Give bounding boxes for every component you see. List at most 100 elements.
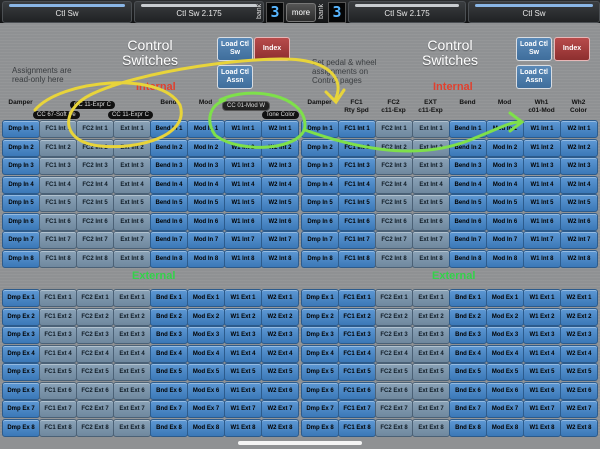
internal-switch-button[interactable]: Mod In 5 (187, 194, 225, 212)
internal-switch-button[interactable]: Mod In 3 (486, 157, 524, 175)
external-switch-button[interactable]: Dmp Ex 6 (2, 381, 40, 400)
external-switch-button[interactable]: FC2 Ext 3 (76, 326, 114, 344)
internal-switch-button[interactable]: Ext Int 2 (113, 138, 151, 157)
external-switch-button[interactable]: FC1 Ext 7 (39, 400, 77, 418)
external-switch-button[interactable]: W2 Ext 8 (261, 418, 299, 437)
external-switch-button[interactable]: FC1 Ext 4 (39, 344, 77, 363)
internal-switch-button[interactable]: FC1 Int 2 (338, 138, 376, 157)
internal-switch-button[interactable]: Ext Int 5 (412, 194, 450, 212)
load-ctl-assn-button-right[interactable]: Load Ctl Assn (516, 65, 552, 89)
internal-switch-button[interactable]: Bend In 8 (150, 249, 188, 268)
internal-switch-button[interactable]: Ext Int 4 (412, 175, 450, 194)
internal-switch-button[interactable]: Dmp In 5 (2, 194, 40, 212)
external-switch-button[interactable]: Mod Ex 6 (486, 381, 524, 400)
external-switch-button[interactable]: W1 Ext 5 (224, 363, 262, 381)
external-switch-button[interactable]: Dmp Ex 5 (2, 363, 40, 381)
internal-switch-button[interactable]: W2 Int 1 (560, 120, 598, 138)
external-switch-button[interactable]: FC2 Ext 4 (76, 344, 114, 363)
internal-switch-button[interactable]: FC1 Int 4 (338, 175, 376, 194)
internal-switch-button[interactable]: Bend In 7 (449, 231, 487, 249)
internal-switch-button[interactable]: Bend In 1 (449, 120, 487, 138)
external-switch-button[interactable]: Mod Ex 2 (187, 307, 225, 326)
internal-switch-button[interactable]: Mod In 8 (187, 249, 225, 268)
internal-switch-button[interactable]: FC1 Int 5 (39, 194, 77, 212)
external-switch-button[interactable]: FC2 Ext 3 (375, 326, 413, 344)
external-switch-button[interactable]: Ext Ext 8 (412, 418, 450, 437)
internal-switch-button[interactable]: FC1 Int 6 (338, 212, 376, 231)
internal-switch-button[interactable]: W2 Int 6 (560, 212, 598, 231)
external-switch-button[interactable]: Ext Ext 1 (412, 289, 450, 307)
external-switch-button[interactable]: Dmp Ex 3 (2, 326, 40, 344)
internal-switch-button[interactable]: FC2 Int 4 (375, 175, 413, 194)
internal-switch-button[interactable]: Dmp In 1 (301, 120, 339, 138)
internal-switch-button[interactable]: FC1 Int 1 (39, 120, 77, 138)
internal-switch-button[interactable]: W1 Int 1 (224, 120, 262, 138)
internal-switch-button[interactable]: Dmp In 1 (2, 120, 40, 138)
external-switch-button[interactable]: Mod Ex 4 (187, 344, 225, 363)
external-switch-button[interactable]: FC1 Ext 5 (338, 363, 376, 381)
external-switch-button[interactable]: Bnd Ex 4 (150, 344, 188, 363)
internal-switch-button[interactable]: Bend In 2 (150, 138, 188, 157)
external-switch-button[interactable]: Mod Ex 4 (486, 344, 524, 363)
internal-switch-button[interactable]: Ext Int 7 (412, 231, 450, 249)
internal-switch-button[interactable]: Dmp In 8 (301, 249, 339, 268)
external-switch-button[interactable]: W1 Ext 2 (523, 307, 561, 326)
internal-switch-button[interactable]: W2 Int 4 (560, 175, 598, 194)
external-switch-button[interactable]: Dmp Ex 2 (301, 307, 339, 326)
external-switch-button[interactable]: FC1 Ext 3 (338, 326, 376, 344)
internal-switch-button[interactable]: W2 Int 4 (261, 175, 299, 194)
internal-switch-button[interactable]: Ext Int 6 (113, 212, 151, 231)
external-switch-button[interactable]: Dmp Ex 1 (301, 289, 339, 307)
external-switch-button[interactable]: W1 Ext 4 (224, 344, 262, 363)
external-switch-button[interactable]: Ext Ext 4 (113, 344, 151, 363)
external-switch-button[interactable]: W2 Ext 5 (261, 363, 299, 381)
internal-switch-button[interactable]: Mod In 1 (486, 120, 524, 138)
internal-switch-button[interactable]: W1 Int 6 (523, 212, 561, 231)
external-switch-button[interactable]: FC2 Ext 5 (375, 363, 413, 381)
internal-switch-button[interactable]: FC1 Int 2 (39, 138, 77, 157)
external-switch-button[interactable]: Mod Ex 3 (486, 326, 524, 344)
external-switch-button[interactable]: Mod Ex 2 (486, 307, 524, 326)
external-switch-button[interactable]: FC2 Ext 1 (375, 289, 413, 307)
external-switch-button[interactable]: FC1 Ext 7 (338, 400, 376, 418)
internal-switch-button[interactable]: Ext Int 7 (113, 231, 151, 249)
internal-switch-button[interactable]: W1 Int 5 (224, 194, 262, 212)
internal-switch-button[interactable]: Bend In 7 (150, 231, 188, 249)
external-switch-button[interactable]: W1 Ext 6 (523, 381, 561, 400)
internal-switch-button[interactable]: W2 Int 7 (560, 231, 598, 249)
internal-switch-button[interactable]: Ext Int 3 (412, 157, 450, 175)
external-switch-button[interactable]: W2 Ext 7 (560, 400, 598, 418)
internal-switch-button[interactable]: W2 Int 7 (261, 231, 299, 249)
external-switch-button[interactable]: Dmp Ex 1 (2, 289, 40, 307)
external-switch-button[interactable]: FC1 Ext 3 (39, 326, 77, 344)
home-indicator[interactable] (238, 441, 362, 445)
external-switch-button[interactable]: Bnd Ex 7 (449, 400, 487, 418)
internal-switch-button[interactable]: FC2 Int 7 (375, 231, 413, 249)
external-switch-button[interactable]: FC1 Ext 2 (39, 307, 77, 326)
external-switch-button[interactable]: Bnd Ex 8 (449, 418, 487, 437)
external-switch-button[interactable]: W1 Ext 3 (523, 326, 561, 344)
internal-switch-button[interactable]: FC1 Int 6 (39, 212, 77, 231)
internal-switch-button[interactable]: Mod In 2 (187, 138, 225, 157)
external-switch-button[interactable]: Ext Ext 3 (412, 326, 450, 344)
internal-switch-button[interactable]: Dmp In 4 (2, 175, 40, 194)
internal-switch-button[interactable]: Ext Int 1 (113, 120, 151, 138)
external-switch-button[interactable]: Ext Ext 5 (412, 363, 450, 381)
internal-switch-button[interactable]: Mod In 7 (486, 231, 524, 249)
internal-switch-button[interactable]: FC2 Int 8 (375, 249, 413, 268)
external-switch-button[interactable]: W1 Ext 4 (523, 344, 561, 363)
bank-selector-left[interactable]: bank 3 (254, 2, 284, 23)
internal-switch-button[interactable]: Mod In 6 (486, 212, 524, 231)
internal-switch-button[interactable]: Ext Int 8 (113, 249, 151, 268)
internal-switch-button[interactable]: W2 Int 3 (560, 157, 598, 175)
external-switch-button[interactable]: FC2 Ext 6 (375, 381, 413, 400)
internal-switch-button[interactable]: Mod In 1 (187, 120, 225, 138)
external-switch-button[interactable]: Dmp Ex 6 (301, 381, 339, 400)
internal-switch-button[interactable]: FC2 Int 4 (76, 175, 114, 194)
external-switch-button[interactable]: FC1 Ext 1 (39, 289, 77, 307)
internal-switch-button[interactable]: FC2 Int 7 (76, 231, 114, 249)
external-switch-button[interactable]: Dmp Ex 4 (2, 344, 40, 363)
external-switch-button[interactable]: FC1 Ext 2 (338, 307, 376, 326)
external-switch-button[interactable]: FC1 Ext 8 (39, 418, 77, 437)
external-switch-button[interactable]: W1 Ext 8 (224, 418, 262, 437)
